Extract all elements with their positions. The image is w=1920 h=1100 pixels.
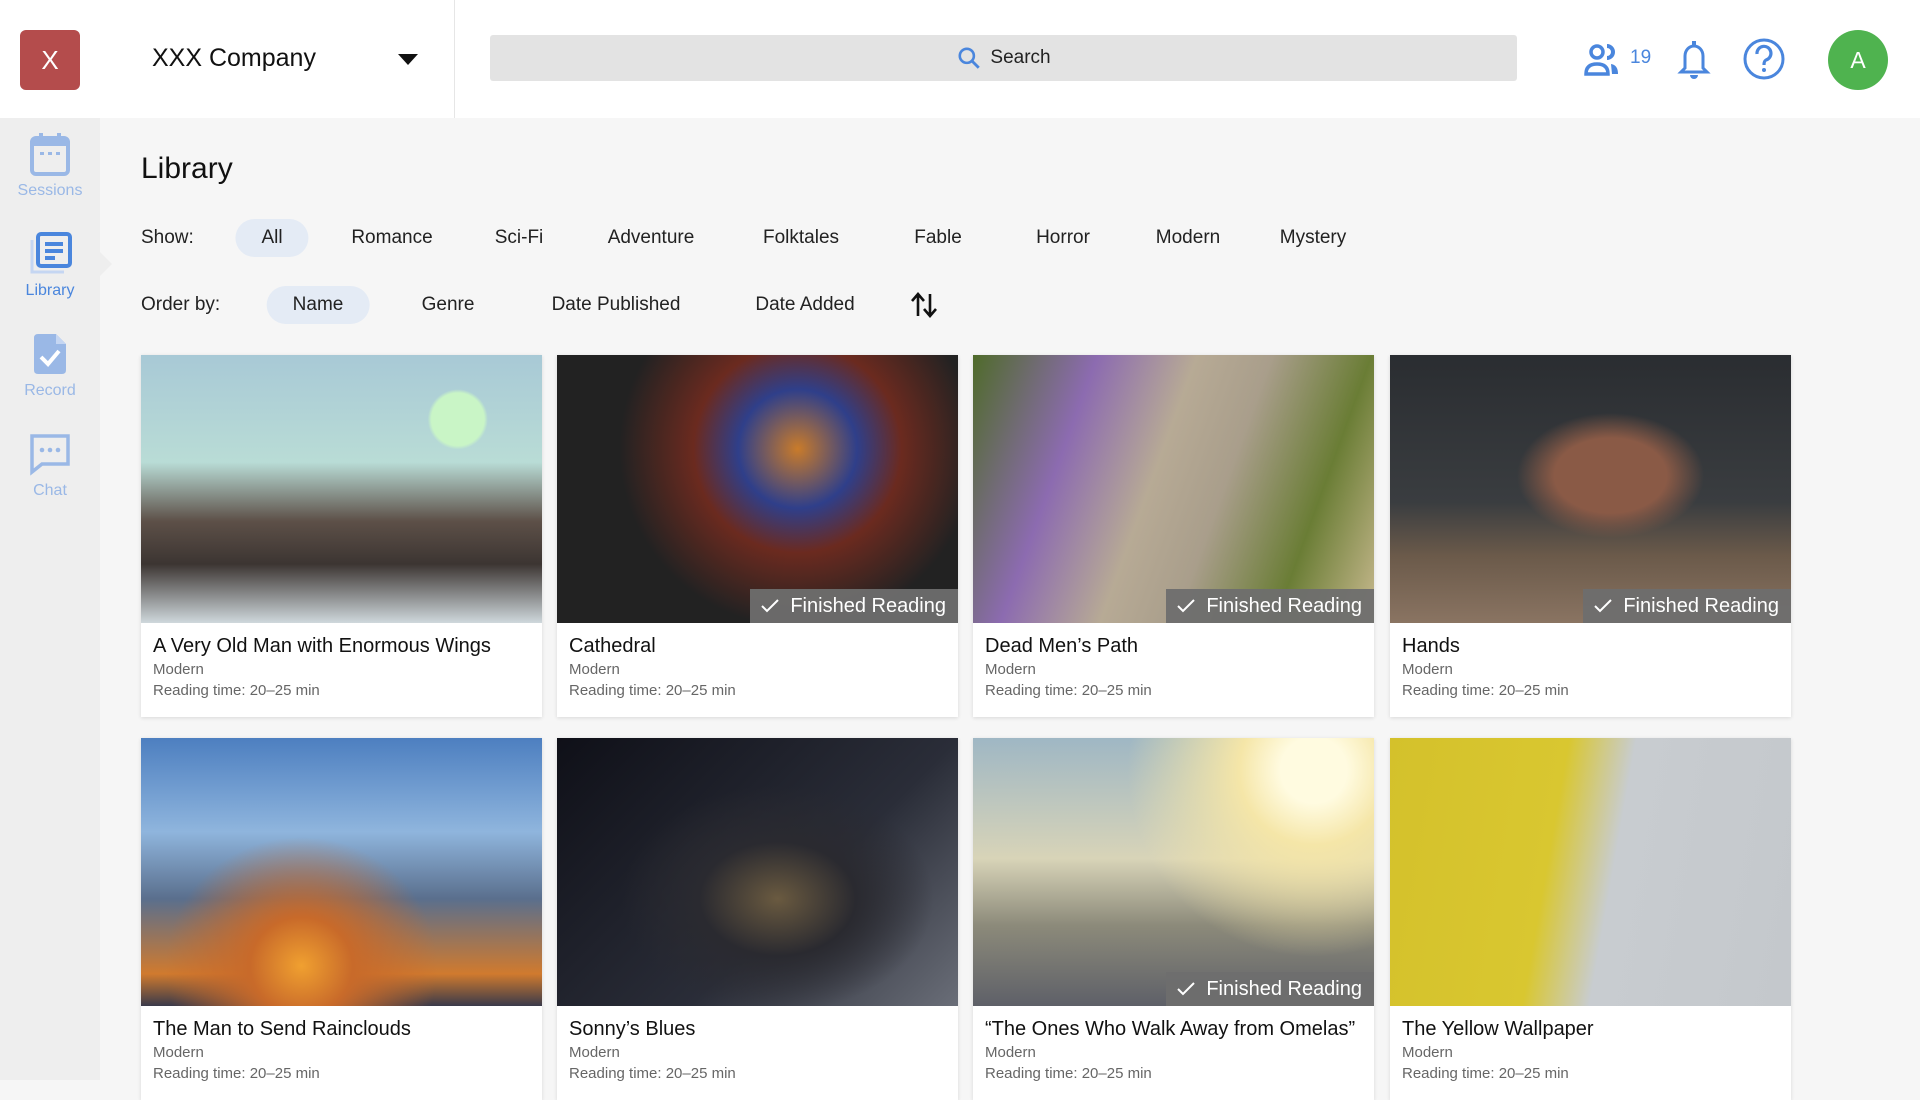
book-card[interactable]: Finished Reading Hands Modern Reading time:… — [1390, 355, 1791, 717]
filter-chip-all[interactable]: All — [235, 219, 309, 257]
filter-chip-horror[interactable]: Horror — [1010, 219, 1116, 257]
search-placeholder: Search — [990, 47, 1051, 68]
sidebar-item-chat[interactable]: Chat — [0, 432, 100, 500]
book-cover-image — [141, 738, 542, 1006]
check-icon — [761, 599, 780, 613]
divider — [454, 0, 455, 118]
badge-label: Finished Reading — [1623, 594, 1779, 617]
filter-chip-modern[interactable]: Modern — [1130, 219, 1246, 257]
user-count: 19 — [1630, 47, 1652, 68]
book-cover-image — [1390, 355, 1791, 623]
order-option-genre[interactable]: Genre — [396, 286, 501, 324]
book-card[interactable]: Finished Reading Cathedral Modern Reading t… — [557, 355, 958, 717]
sort-direction-icon[interactable] — [910, 290, 938, 320]
book-reading-time: Reading time: 20–25 min — [569, 1065, 736, 1082]
order-option-name[interactable]: Name — [266, 286, 370, 324]
book-title: A Very Old Man with Enormous Wings — [153, 635, 491, 657]
sidebar-item-label: Record — [24, 382, 76, 399]
top-bar: X XXX Company Search 19 A — [0, 0, 1920, 118]
book-reading-time: Reading time: 20–25 min — [569, 682, 736, 699]
app-logo[interactable]: X — [20, 30, 80, 90]
book-genre: Modern — [153, 661, 204, 678]
library-icon — [30, 232, 72, 274]
book-title: Dead Men’s Path — [985, 635, 1139, 657]
badge-label: Finished Reading — [1206, 977, 1362, 1000]
filter-chip-romance[interactable]: Romance — [325, 219, 458, 257]
book-cover-image — [141, 355, 542, 623]
book-card[interactable]: A Very Old Man with Enormous Wings Modern… — [141, 355, 542, 717]
filter-chip-sci-fi[interactable]: Sci-Fi — [469, 219, 570, 257]
book-card[interactable]: Finished Reading “The Ones Who Walk Away … — [973, 738, 1374, 1100]
chevron-down-icon[interactable] — [398, 54, 418, 65]
book-reading-time: Reading time: 20–25 min — [985, 682, 1152, 699]
calendar-icon — [30, 133, 70, 176]
search-input[interactable]: Search — [490, 35, 1517, 81]
active-indicator — [100, 252, 112, 276]
book-title: The Man to Send Rainclouds — [153, 1018, 411, 1040]
book-genre: Modern — [569, 1044, 620, 1061]
book-title: “The Ones Who Walk Away from Omelas” — [985, 1018, 1356, 1040]
bell-icon[interactable] — [1676, 38, 1712, 80]
book-reading-time: Reading time: 20–25 min — [1402, 1065, 1569, 1082]
sidebar: Sessions Library Record Chat — [0, 118, 100, 1080]
book-genre: Modern — [985, 1044, 1036, 1061]
book-card[interactable]: Sonny’s Blues Modern Reading time: 20–25 m… — [557, 738, 958, 1100]
book-title: Hands — [1402, 635, 1460, 657]
finished-reading-badge: Finished Reading — [750, 589, 958, 623]
book-reading-time: Reading time: 20–25 min — [153, 682, 320, 699]
sidebar-item-record[interactable]: Record — [0, 332, 100, 400]
book-cover-image — [557, 738, 958, 1006]
book-title: The Yellow Wallpaper — [1402, 1018, 1594, 1040]
filter-chip-adventure[interactable]: Adventure — [582, 219, 721, 257]
check-icon — [1177, 599, 1196, 613]
book-title: Sonny’s Blues — [569, 1018, 696, 1040]
help-icon[interactable] — [1742, 37, 1786, 81]
badge-label: Finished Reading — [1206, 594, 1362, 617]
book-reading-time: Reading time: 20–25 min — [1402, 682, 1569, 699]
book-card[interactable]: Finished Reading Dead Men’s Path Modern Rea… — [973, 355, 1374, 717]
avatar[interactable]: A — [1828, 30, 1888, 90]
book-genre: Modern — [569, 661, 620, 678]
book-cover-image — [973, 355, 1374, 623]
book-reading-time: Reading time: 20–25 min — [153, 1065, 320, 1082]
finished-reading-badge: Finished Reading — [1583, 589, 1791, 623]
users-icon[interactable] — [1584, 42, 1626, 76]
finished-reading-badge: Finished Reading — [1166, 972, 1374, 1006]
document-check-icon — [34, 334, 66, 374]
check-icon — [1177, 982, 1196, 996]
order-label: Order by: — [141, 294, 221, 315]
filter-chip-mystery[interactable]: Mystery — [1254, 219, 1373, 257]
book-cover-image — [973, 738, 1374, 1006]
sidebar-item-sessions[interactable]: Sessions — [0, 132, 100, 200]
book-cover-image — [1390, 738, 1791, 1006]
book-cover-image — [557, 355, 958, 623]
order-option-date-published[interactable]: Date Published — [526, 286, 707, 324]
order-option-date-added[interactable]: Date Added — [729, 286, 880, 324]
search-icon — [958, 47, 981, 69]
book-card[interactable]: The Man to Send Rainclouds Modern Reading … — [141, 738, 542, 1100]
filter-chip-fable[interactable]: Fable — [888, 219, 988, 257]
company-selector-label[interactable]: XXX Company — [152, 44, 316, 73]
check-icon — [1594, 599, 1613, 613]
sidebar-item-library[interactable]: Library — [0, 232, 100, 300]
book-reading-time: Reading time: 20–25 min — [985, 1065, 1152, 1082]
book-genre: Modern — [1402, 661, 1453, 678]
book-genre: Modern — [985, 661, 1036, 678]
filter-chip-folktales[interactable]: Folktales — [737, 219, 865, 257]
sidebar-item-label: Chat — [33, 482, 67, 499]
show-label: Show: — [141, 227, 194, 248]
book-genre: Modern — [1402, 1044, 1453, 1061]
book-genre: Modern — [153, 1044, 204, 1061]
book-card[interactable]: The Yellow Wallpaper Modern Reading time: … — [1390, 738, 1791, 1100]
badge-label: Finished Reading — [790, 594, 946, 617]
page-title: Library — [141, 152, 233, 185]
finished-reading-badge: Finished Reading — [1166, 589, 1374, 623]
sidebar-item-label: Library — [25, 282, 75, 299]
chat-icon — [30, 434, 70, 476]
book-title: Cathedral — [569, 635, 656, 657]
sidebar-item-label: Sessions — [17, 182, 83, 199]
